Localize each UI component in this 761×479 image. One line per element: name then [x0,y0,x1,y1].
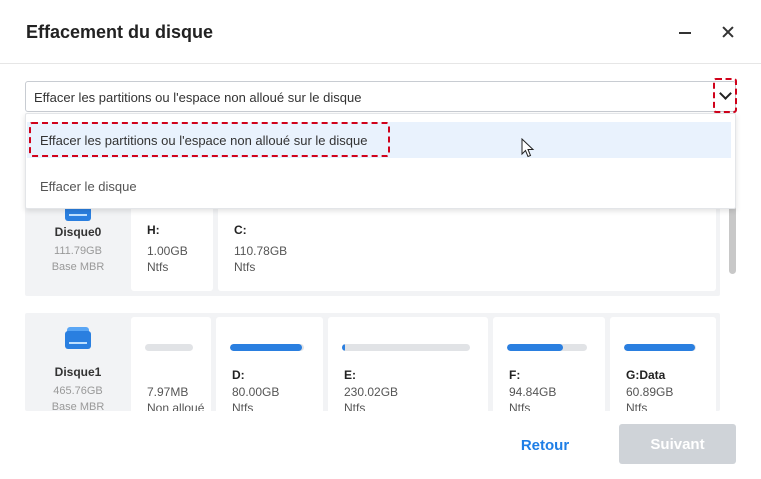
partition-name: G:Data [626,368,666,382]
partition-fs: Non alloué [147,401,205,411]
partition-card-e[interactable]: E: 230.02GB Ntfs [328,317,488,411]
partition-fs: Ntfs [232,401,254,411]
partition-fs: Ntfs [147,260,169,274]
disk-name: Disque1 [54,365,102,379]
partition-card-d[interactable]: D: 80.00GB Ntfs [216,317,323,411]
close-icon[interactable] [716,20,740,44]
next-button[interactable]: Suivant [619,424,736,464]
partition-name: H: [147,223,160,237]
disk-size: 111.79GB [54,245,102,257]
partition-card-g[interactable]: G:Data 60.89GB Ntfs [610,317,716,411]
select-value: Effacer les partitions ou l'espace non a… [34,90,362,105]
usage-bar [145,344,193,351]
footer-divider [0,411,761,412]
option-label: Effacer le disque [40,179,137,194]
disk-info: Disque0 111.79GB Base MBR [25,225,131,275]
disk-type: Base MBR [51,401,105,411]
usage-bar [230,344,304,351]
partition-card-f[interactable]: F: 94.84GB Ntfs [493,317,605,411]
hard-disk-icon [65,327,91,349]
partition-name: C: [234,223,247,237]
usage-fill [507,344,563,351]
partition-fs: Ntfs [344,401,366,411]
minimize-icon[interactable] [673,20,697,44]
highlight-annotation [29,122,390,157]
partition-size: 1.00GB [147,244,188,258]
partition-size: 7.97MB [147,385,189,399]
partition-name: F: [509,368,521,382]
usage-fill [624,344,696,351]
title-bar: Effacement du disque [0,0,761,64]
usage-bar [507,344,587,351]
usage-fill [342,344,345,351]
partition-fs: Ntfs [234,260,256,274]
disk-panel-disque1: Disque1 465.76GB Base MBR 7.97MB Non all… [25,313,720,411]
partition-card-unallocated[interactable]: 7.97MB Non alloué [131,317,211,411]
partition-size: 110.78GB [234,244,288,258]
partition-size: 80.00GB [232,385,280,399]
mouse-cursor-icon [521,138,535,158]
partition-name: D: [232,368,245,382]
back-button[interactable]: Retour [503,425,587,465]
chevron-down-icon[interactable] [713,78,737,113]
usage-bar [624,344,696,351]
partition-fs: Ntfs [509,401,531,411]
dialog-title: Effacement du disque [26,22,214,42]
disk-info: Disque1 465.76GB Base MBR [25,365,131,411]
usage-fill [230,344,302,351]
partition-size: 230.02GB [344,385,399,399]
partition-name: E: [344,368,356,382]
wipe-mode-select[interactable]: Effacer les partitions ou l'espace non a… [25,81,736,112]
disk-name: Disque0 [54,225,102,239]
dropdown-option-wipe-disk[interactable]: Effacer le disque [27,169,731,205]
partition-fs: Ntfs [626,401,648,411]
disk-size: 465.76GB [53,385,103,397]
partition-size: 94.84GB [509,385,557,399]
partition-size: 60.89GB [626,385,674,399]
disk-type: Base MBR [51,261,105,273]
usage-bar [342,344,470,351]
